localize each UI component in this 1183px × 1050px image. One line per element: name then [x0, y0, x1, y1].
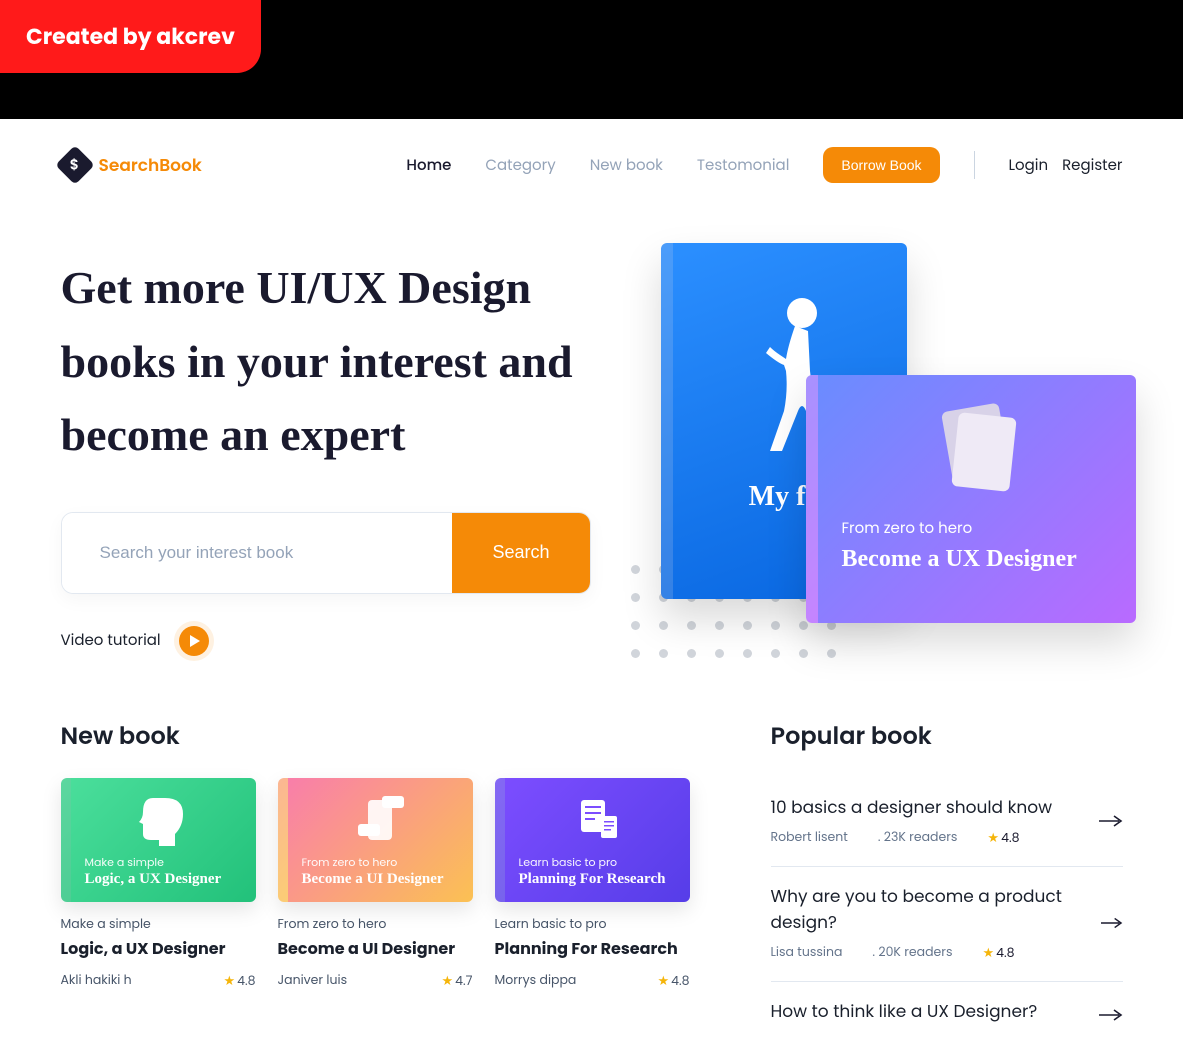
cover-sub: Make a simple	[85, 854, 242, 871]
card-sub: From zero to hero	[278, 916, 473, 934]
popular-item[interactable]: How to think like a UX Designer?	[771, 982, 1123, 1050]
popular-title: 10 basics a designer should know	[771, 794, 1053, 820]
card-author: Janiver luis	[278, 972, 348, 990]
popular-readers: . 20K readers	[872, 944, 952, 962]
logo[interactable]: $ SearchBook	[61, 151, 202, 179]
card-title: Logic, a UX Designer	[61, 936, 256, 961]
login-link[interactable]: Login	[1009, 154, 1049, 177]
popular-book-heading: Popular book	[771, 719, 1123, 754]
nav-newbook[interactable]: New book	[590, 154, 663, 177]
card-title: Become a UI Designer	[278, 936, 473, 961]
card-rating: 4.7	[455, 973, 472, 990]
hero-book-2: From zero to hero Become a UX Designer	[806, 375, 1136, 623]
card-sub: Make a simple	[61, 916, 256, 934]
popular-readers: . 23K readers	[878, 829, 958, 847]
card-rating: 4.8	[237, 973, 255, 990]
card-sub: Learn basic to pro	[495, 916, 690, 934]
play-button[interactable]	[179, 626, 209, 656]
popular-rating: 4.8	[996, 945, 1014, 962]
card-author: Morrys dippa	[495, 972, 577, 990]
hero-book-2-title: Become a UX Designer	[842, 546, 1112, 573]
star-icon: ★	[987, 828, 999, 847]
nav-category[interactable]: Category	[485, 154, 555, 177]
creator-badge: Created by akcrev	[0, 0, 261, 73]
arrow-right-icon	[1099, 814, 1123, 828]
nav-divider	[974, 151, 975, 179]
popular-author: Lisa tussina	[771, 944, 843, 962]
cover-title: Logic, a UX Designer	[85, 871, 242, 888]
search-bar: Search	[61, 512, 591, 594]
card-title: Planning For Research	[495, 936, 690, 961]
phone-chat-icon	[352, 794, 408, 853]
popular-title: Why are you to become a product design?	[771, 883, 1101, 935]
popular-rating: 4.8	[1001, 830, 1019, 847]
book-card[interactable]: Make a simple Logic, a UX Designer Make …	[61, 778, 256, 991]
logo-icon: $	[55, 145, 95, 185]
card-rating: 4.8	[671, 973, 689, 990]
top-nav: $ SearchBook Home Category New book Test…	[61, 119, 1123, 183]
search-input[interactable]	[62, 513, 453, 593]
cards-icon	[917, 399, 1037, 499]
popular-item[interactable]: 10 basics a designer should know Robert …	[771, 778, 1123, 867]
book-card[interactable]: From zero to hero Become a UI Designer F…	[278, 778, 473, 991]
arrow-right-icon	[1099, 1008, 1123, 1022]
star-icon: ★	[657, 971, 669, 990]
hero-book-2-sub: From zero to hero	[842, 517, 1112, 540]
star-icon: ★	[983, 943, 995, 962]
head-icon	[135, 794, 191, 853]
cover-title: Become a UI Designer	[302, 871, 459, 888]
brand-name: SearchBook	[99, 152, 202, 178]
cover-sub: Learn basic to pro	[519, 854, 676, 871]
new-book-heading: New book	[61, 719, 701, 754]
borrow-book-button[interactable]: Borrow Book	[823, 147, 939, 183]
document-icon	[569, 794, 625, 853]
popular-author: Robert lisent	[771, 829, 848, 847]
nav-testimonial[interactable]: Testomonial	[697, 154, 789, 177]
star-icon: ★	[223, 971, 235, 990]
play-icon	[190, 635, 200, 647]
hero-title: Get more UI/UX Design books in your inte…	[61, 251, 591, 472]
search-button[interactable]: Search	[452, 513, 589, 593]
cover-sub: From zero to hero	[302, 854, 459, 871]
nav-home[interactable]: Home	[406, 154, 451, 177]
popular-item[interactable]: Why are you to become a product design? …	[771, 867, 1123, 982]
video-tutorial-label: Video tutorial	[61, 629, 161, 652]
arrow-right-icon	[1101, 916, 1123, 930]
star-icon: ★	[442, 971, 454, 990]
cover-title: Planning For Research	[519, 871, 676, 888]
register-link[interactable]: Register	[1062, 154, 1122, 177]
popular-title: How to think like a UX Designer?	[771, 998, 1038, 1024]
card-author: Akli hakiki h	[61, 972, 132, 990]
book-card[interactable]: Learn basic to pro Planning For Research…	[495, 778, 690, 991]
